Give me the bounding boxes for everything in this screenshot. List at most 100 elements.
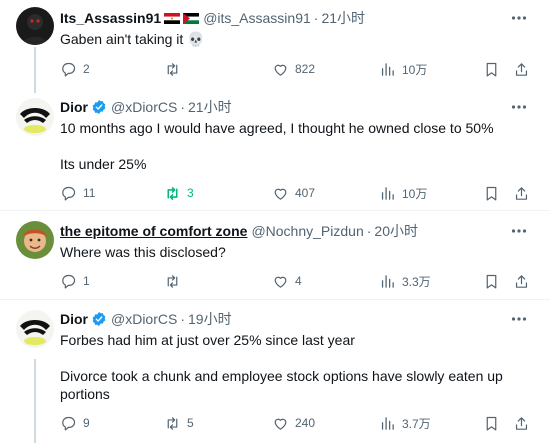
tweet-actions: 9 5 240 3.7万	[60, 413, 530, 433]
like-icon	[274, 188, 287, 200]
jordan-flag-icon	[183, 12, 200, 24]
separator: ·	[313, 10, 319, 26]
bookmark-icon	[486, 274, 497, 288]
views-count: 3.3万	[402, 274, 431, 289]
reply-icon	[62, 274, 76, 288]
reply-count: 9	[83, 416, 90, 430]
reply-count: 2	[83, 62, 90, 76]
more-icon	[511, 16, 527, 20]
more-icon	[511, 317, 527, 321]
views-count: 3.7万	[402, 416, 431, 431]
tweet-text-line: 10 months ago I would have agreed, I tho…	[60, 120, 494, 136]
avatar[interactable]	[16, 98, 54, 136]
reply-icon	[62, 186, 76, 200]
like-button[interactable]: 4	[272, 271, 302, 291]
avatar-image	[16, 7, 54, 45]
reply-count: 1	[83, 274, 90, 288]
views-button[interactable]: 3.7万	[379, 413, 431, 433]
bookmark-icon	[486, 416, 497, 430]
more-button[interactable]	[510, 9, 528, 27]
like-button[interactable]: 240	[272, 413, 315, 433]
like-icon	[274, 64, 287, 76]
bookmark-button[interactable]	[483, 183, 500, 203]
author-handle[interactable]: @xDiorCS	[111, 99, 177, 115]
share-icon	[515, 416, 528, 430]
tweet-text-line: Its under 25%	[60, 156, 147, 172]
reply-icon	[62, 62, 76, 76]
views-icon	[381, 62, 394, 76]
share-icon	[515, 186, 528, 200]
tweet-header: Dior @xDiorCS · 19小时	[60, 310, 232, 328]
timestamp[interactable]: 20小时	[374, 221, 418, 241]
like-count: 240	[295, 416, 316, 430]
avatar[interactable]	[16, 310, 54, 348]
reply-button[interactable]: 11	[60, 183, 95, 203]
separator: ·	[366, 223, 372, 239]
views-button[interactable]: 10万	[379, 183, 427, 203]
share-icon	[515, 62, 528, 76]
share-button[interactable]	[513, 271, 530, 291]
share-icon	[515, 274, 528, 288]
tweet-text: 10 months ago I would have agreed, I tho…	[60, 119, 530, 173]
reply-button[interactable]: 9	[60, 413, 90, 433]
like-count: 407	[295, 186, 316, 200]
author-name[interactable]: Its_Assassin91	[60, 10, 161, 26]
like-icon	[274, 276, 287, 288]
views-icon	[381, 274, 394, 288]
reply-button[interactable]: 1	[60, 271, 90, 291]
bookmark-button[interactable]	[483, 413, 500, 433]
tweet-header: the epitome of comfort zone @Nochny_Pizd…	[60, 222, 418, 240]
views-button[interactable]: 10万	[379, 59, 427, 79]
timestamp[interactable]: 21小时	[321, 8, 365, 28]
timestamp[interactable]: 21小时	[188, 97, 232, 117]
tweet-divider	[0, 210, 550, 211]
retweet-icon	[167, 416, 178, 430]
retweet-button[interactable]: 5	[164, 413, 194, 433]
more-icon	[511, 105, 527, 109]
retweet-button[interactable]	[164, 271, 187, 291]
views-button[interactable]: 3.3万	[379, 271, 431, 291]
share-button[interactable]	[513, 183, 530, 203]
views-count: 10万	[402, 62, 428, 77]
retweet-icon	[167, 62, 178, 76]
avatar[interactable]	[16, 221, 54, 259]
retweet-icon	[167, 186, 178, 200]
like-button[interactable]: 407	[272, 183, 315, 203]
views-icon	[381, 416, 394, 430]
views-count: 10万	[402, 186, 428, 201]
timestamp[interactable]: 19小时	[188, 309, 232, 329]
avatar[interactable]	[16, 7, 54, 45]
author-handle[interactable]: @xDiorCS	[111, 311, 177, 327]
avatar-image	[16, 221, 54, 259]
share-button[interactable]	[513, 59, 530, 79]
more-button[interactable]	[510, 222, 528, 240]
egypt-flag-icon	[164, 12, 181, 24]
tweet-text: Where was this disclosed?	[60, 243, 530, 261]
share-button[interactable]	[513, 413, 530, 433]
reply-button[interactable]: 2	[60, 59, 90, 79]
verified-badge-icon	[92, 100, 106, 114]
retweet-icon	[167, 274, 178, 288]
bookmark-button[interactable]	[483, 59, 500, 79]
tweet-actions: 2 822 10万	[60, 59, 530, 79]
author-handle[interactable]: @its_Assassin91	[203, 10, 311, 26]
more-icon	[511, 229, 527, 233]
author-handle[interactable]: @Nochny_Pizdun	[251, 223, 363, 239]
verified-badge-icon	[92, 312, 106, 326]
more-button[interactable]	[510, 98, 528, 116]
retweet-button[interactable]	[164, 59, 187, 79]
tweet-divider	[0, 299, 550, 300]
like-button[interactable]: 822	[272, 59, 315, 79]
author-name[interactable]: Dior	[60, 311, 88, 327]
more-button[interactable]	[510, 310, 528, 328]
avatar-image	[16, 310, 54, 348]
like-count: 4	[295, 274, 302, 288]
author-name[interactable]: the epitome of comfort zone	[60, 223, 247, 239]
author-name[interactable]: Dior	[60, 99, 88, 115]
tweet-actions: 11 3 407 10万	[60, 183, 530, 203]
retweet-button[interactable]: 3	[164, 183, 194, 203]
bookmark-button[interactable]	[483, 271, 500, 291]
tweet-header: Dior @xDiorCS · 21小时	[60, 98, 232, 116]
tweet-text-line: Forbes had him at just over 25% since la…	[60, 332, 355, 348]
tweet-header: Its_Assassin91 @its_Assassin91 · 21小时	[60, 9, 365, 27]
